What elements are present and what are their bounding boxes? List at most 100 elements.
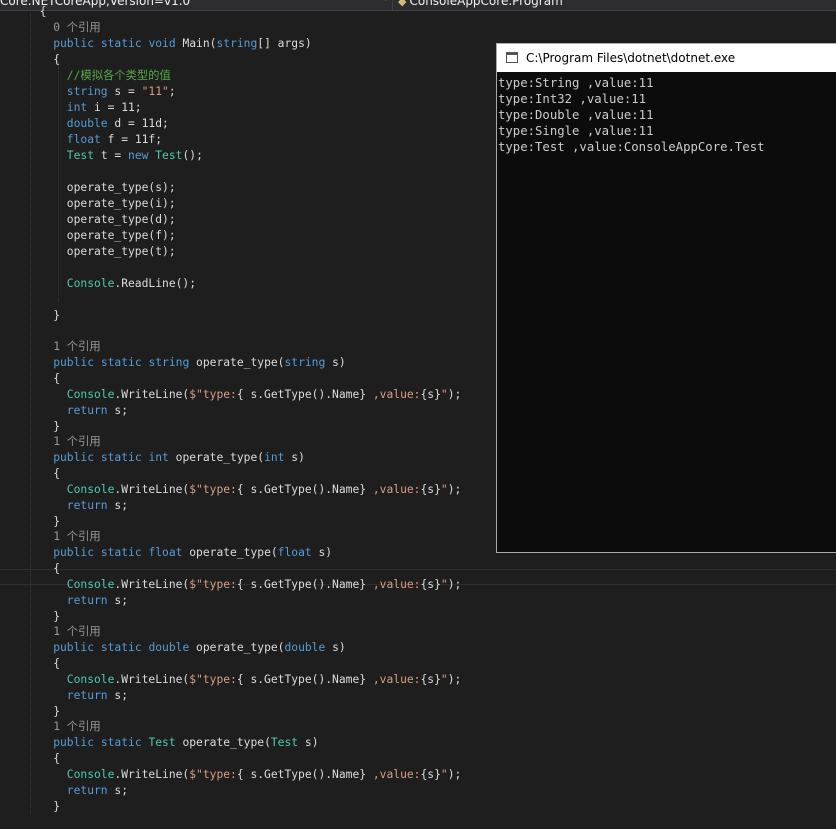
code-token: Test [155,149,183,162]
code-lens-references[interactable]: 1 个引用 [53,719,101,735]
code-token: s) [298,736,319,749]
code-token: {s} [420,578,441,591]
console-title: C:\Program Files\dotnet\dotnet.exe [526,51,736,65]
code-token: Console [66,483,115,496]
code-token: $"type: [189,673,237,686]
code-token: } [53,610,60,623]
code-token: ,value: [366,578,421,591]
code-token: " [440,388,448,401]
code-lens-references[interactable]: 0 个引用 [53,20,101,36]
code-token: 1 个引用 [53,340,101,353]
code-token: $"type: [189,388,237,401]
code-token: s; [107,404,129,417]
code-token: operate_type( [182,546,278,559]
code-token: ,value: [366,483,421,496]
code-line: { [53,371,60,387]
console-output-line: type:String ,value:11 [498,76,654,90]
code-token: static [100,736,142,749]
code-token: double [284,641,326,654]
code-token: 1 个引用 [53,625,101,638]
code-token: .WriteLine( [114,483,190,496]
code-token: " [440,483,448,496]
code-token: return [66,499,108,512]
code-token: s) [311,546,333,559]
code-token: Test [270,736,299,749]
code-line: Console.ReadLine(); [67,276,196,292]
code-lens-references[interactable]: 1 个引用 [53,624,101,640]
console-output: type:String ,value:11 type:Int32 ,value:1… [497,72,836,155]
code-token: public [53,546,94,559]
code-token: operate_type( [189,356,285,369]
code-line: } [53,308,60,324]
code-line: Console.WriteLine($"type:{ s.GetType().N… [67,482,462,498]
code-token: 0 个引用 [53,21,101,34]
code-token: .ReadLine(); [114,277,197,290]
code-token: " [440,768,448,781]
code-token: { s.GetType().Name} [236,483,367,496]
code-line: } [53,514,60,530]
console-titlebar[interactable]: C:\Program Files\dotnet\dotnet.exe [497,44,836,72]
code-line: public static int operate_type(int s) [53,450,305,466]
code-token: s; [107,689,129,702]
code-token: { s.GetType().Name} [236,388,367,401]
code-token: void [148,37,176,50]
code-token: { [53,467,60,480]
code-token: operate_type(t); [66,245,176,258]
code-token: return [66,689,108,702]
code-token: s = [107,85,142,98]
code-token: return [66,404,108,417]
code-token: float [66,133,101,146]
code-token: ); [447,673,462,686]
code-token: .WriteLine( [114,578,190,591]
code-line: int i = 11; [67,100,142,116]
console-window[interactable]: C:\Program Files\dotnet\dotnet.exe type:… [496,43,836,553]
code-token: } [53,309,60,322]
code-token: string [148,356,190,369]
code-lens-references[interactable]: 1 个引用 [53,529,101,545]
class-dropdown[interactable]: ◆ ConsoleAppCore.Program [398,0,836,10]
code-token: {s} [420,673,441,686]
code-token: Console [66,277,115,290]
code-token: } [53,705,60,718]
code-token: "11" [141,85,169,98]
indent-guide [30,14,31,814]
code-line: float f = 11f; [67,132,162,148]
project-dropdown-label: Core.NETCoreApp,Version=v1.0 [0,0,191,8]
chevron-down-icon: ▾ [383,0,388,4]
code-line: } [53,799,60,815]
project-dropdown[interactable]: Core.NETCoreApp,Version=v1.0 ▾ [0,0,393,10]
code-token: f = 11f; [100,133,163,146]
code-line: Console.WriteLine($"type:{ s.GetType().N… [67,672,462,688]
code-token: .WriteLine( [114,388,190,401]
console-output-line: type:Int32 ,value:11 [498,92,647,106]
code-token: static [100,37,142,50]
code-line: public static float operate_type(float s… [53,545,332,561]
code-line: { [40,4,47,20]
code-token: .WriteLine( [114,673,190,686]
code-token: ); [447,578,462,591]
code-token: static [100,451,142,464]
code-lens-references[interactable]: 1 个引用 [53,434,101,450]
code-line: public static Test operate_type(Test s) [53,735,318,751]
code-token: static [100,356,142,369]
code-line: { [53,561,60,577]
code-lens-references[interactable]: 1 个引用 [53,339,101,355]
code-token: { [53,657,60,670]
code-token: .WriteLine( [114,768,190,781]
code-token: operate_type(f); [66,229,176,242]
code-token: float [277,546,312,559]
code-token: operate_type(i); [66,197,176,210]
code-token: public [53,641,94,654]
code-token: $"type: [189,483,237,496]
code-line: { [53,466,60,482]
code-token: s; [107,784,129,797]
code-token: (); [182,149,203,162]
code-token: string [216,37,258,50]
code-token: $"type: [189,768,237,781]
code-line: { [53,656,60,672]
console-output-line: type:Single ,value:11 [498,124,654,138]
code-token: public [53,37,94,50]
code-token: { [53,562,60,575]
